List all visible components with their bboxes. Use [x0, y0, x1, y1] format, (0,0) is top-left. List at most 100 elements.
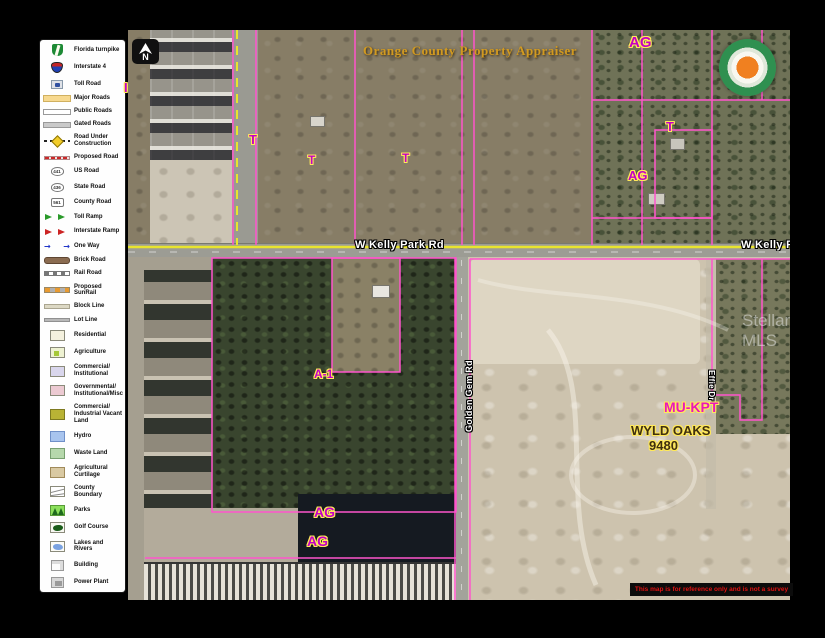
legend-item-label: Agricultural Curtilage: [74, 465, 123, 479]
aerial-bright-dirt-patch: [470, 259, 700, 364]
block-line-swatch: [44, 304, 70, 309]
legend-item: Block Line: [43, 303, 123, 310]
legend-item-label: Lakes and Rivers: [74, 540, 123, 554]
legend-item-label: US Road: [74, 168, 123, 175]
interstate-icon: [51, 62, 63, 73]
county-appraiser-seal: [719, 39, 776, 96]
legend-item: Interstate Ramp: [43, 228, 123, 236]
legend-item: Rail Road: [43, 270, 123, 277]
legend-item-label: Proposed SunRail: [74, 284, 123, 298]
aerial-construction-site: [150, 30, 235, 160]
lakes-icon: [50, 541, 65, 552]
legend-item-label: Parks: [74, 507, 123, 514]
legend-item: Waste Land: [43, 448, 123, 459]
stellar-mls-watermark: Stellar MLS: [742, 311, 825, 351]
legend-item: County Boundary: [43, 485, 123, 499]
legend-item-label: Power Plant: [74, 579, 123, 586]
legend-item: Lakes and Rivers: [43, 540, 123, 554]
parks-icon: [50, 505, 65, 516]
legend-item-label: Residential: [74, 332, 123, 339]
legend-item: Interstate 4: [43, 62, 123, 73]
golf-course-icon: [50, 522, 65, 533]
power-plant-icon: [51, 577, 64, 588]
legend-item: Agricultural Curtilage: [43, 465, 123, 479]
legend-item: Toll Road: [43, 80, 123, 89]
county-road-icon: 561: [51, 198, 64, 207]
legend-item-label: Lot Line: [74, 317, 123, 324]
legend-item: Power Plant: [43, 577, 123, 588]
legend-item: Toll Ramp: [43, 213, 123, 221]
agriculture-swatch: [50, 347, 65, 358]
north-arrow: N: [132, 39, 159, 64]
governmental-swatch: [50, 385, 65, 396]
legend-item: Gated Roads: [43, 121, 123, 128]
legend-item-label: County Boundary: [74, 485, 123, 499]
aerial-storage-units-row: [144, 562, 456, 600]
legend-item-label: Interstate Ramp: [74, 228, 123, 235]
legend-item-label: Commercial/ Industrial Vacant Land: [74, 404, 123, 424]
legend-item-label: Block Line: [74, 303, 123, 310]
legend-item: Parks: [43, 505, 123, 516]
legend-item: 436 State Road: [43, 183, 123, 192]
rail-road-swatch: [44, 271, 70, 276]
legend-item: Governmental/ Institutional/Misc: [43, 384, 123, 398]
legend-item: Road Under Construction: [43, 134, 123, 148]
map-viewport[interactable]: N: [128, 30, 790, 600]
aerial-warehouse-rows: [144, 270, 212, 510]
aerial-house-clearing: [372, 285, 390, 298]
legend-item-label: Commercial/ Institutional: [74, 364, 123, 378]
legend-item-label: Major Roads: [74, 95, 123, 102]
legend-item: Brick Road: [43, 257, 123, 264]
legend-item: One Way: [43, 242, 123, 251]
gated-roads-swatch: [43, 122, 71, 128]
legend-item: 441 US Road: [43, 167, 123, 176]
legend-item-label: Governmental/ Institutional/Misc: [74, 384, 123, 398]
legend-item: Golf Course: [43, 522, 123, 533]
building-icon: [51, 560, 64, 571]
legend-item: Agriculture: [43, 347, 123, 358]
toll-road-icon: [51, 80, 63, 89]
legend-item-label: County Road: [74, 199, 123, 206]
state-road-icon: 436: [51, 183, 64, 192]
legend-item-label: Agriculture: [74, 349, 123, 356]
legend-item-label: Gated Roads: [74, 121, 123, 128]
legend-item-label: Golf Course: [74, 524, 123, 531]
legend-item-label: Rail Road: [74, 270, 123, 277]
us-road-icon: 441: [51, 167, 64, 176]
brick-road-swatch: [44, 257, 70, 264]
interstate-ramp-icon: [44, 228, 70, 236]
public-roads-swatch: [43, 109, 71, 115]
aerial-dark-pond: [298, 494, 456, 562]
commercial-swatch: [50, 366, 65, 377]
legend-list: Florida turnpike Interstate 4 Toll Road …: [40, 40, 125, 592]
turnpike-icon: [52, 44, 63, 56]
legend-item-label: One Way: [74, 243, 123, 250]
aerial-inner-clearing-parcel: [332, 258, 400, 372]
legend-item: Proposed SunRail: [43, 284, 123, 298]
aerial-house-ag-parcel: [648, 193, 665, 205]
legend-item-label: Florida turnpike: [74, 47, 123, 54]
map-disclaimer: This map is for reference only and is no…: [630, 583, 793, 596]
legend-item-label: Road Under Construction: [74, 134, 123, 148]
legend-item-label: Toll Ramp: [74, 214, 123, 221]
proposed-road-swatch: [44, 156, 70, 160]
legend-item: Residential: [43, 330, 123, 341]
aerial-house-east-parcel: [670, 138, 685, 150]
county-boundary-icon: [50, 486, 65, 497]
aerial-effie-drive: [706, 259, 716, 509]
legend-item-label: Toll Road: [74, 81, 123, 88]
major-roads-swatch: [43, 95, 71, 102]
legend-item-label: Building: [74, 562, 123, 569]
curtilage-swatch: [50, 467, 65, 478]
legend-item: Lot Line: [43, 317, 123, 324]
one-way-icon: [44, 242, 70, 251]
legend-item: Public Roads: [43, 108, 123, 115]
legend-item: Major Roads: [43, 95, 123, 102]
legend-item-label: Brick Road: [74, 257, 123, 264]
lot-line-swatch: [44, 318, 70, 322]
aerial-kelly-park-road: [128, 243, 790, 258]
north-label: N: [142, 53, 149, 61]
legend-item: Commercial/ Industrial Vacant Land: [43, 404, 123, 424]
aerial-concrete-pad: [144, 508, 298, 562]
legend-panel: Florida turnpike Interstate 4 Toll Road …: [40, 40, 125, 592]
